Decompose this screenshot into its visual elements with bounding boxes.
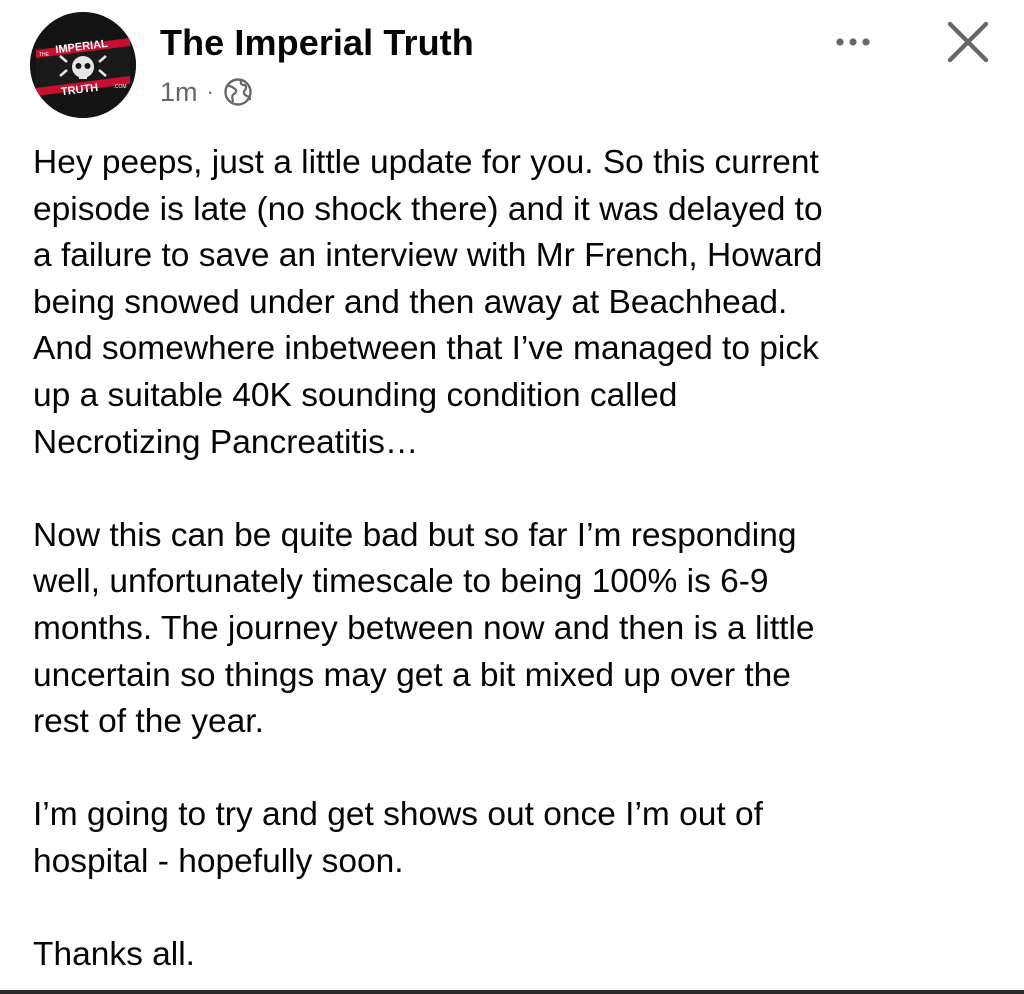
more-options-icon (836, 38, 870, 46)
post-header: IMPERIAL TRUTH THE .COM The Imperial Tru… (0, 0, 1024, 130)
close-icon (947, 21, 989, 63)
close-button[interactable] (940, 14, 996, 70)
post-paragraph: Hey peeps, just a little update for you.… (33, 144, 823, 461)
timestamp[interactable]: 1m (160, 77, 198, 108)
post-meta: 1m · (160, 74, 253, 110)
more-options-button[interactable] (828, 24, 878, 60)
meta-separator: · (206, 79, 214, 104)
post-paragraph: I’m going to try and get shows out once … (33, 796, 763, 880)
divider (0, 990, 1024, 994)
avatar[interactable]: IMPERIAL TRUTH THE .COM (30, 12, 136, 118)
post-card: IMPERIAL TRUTH THE .COM The Imperial Tru… (0, 0, 1024, 994)
logo-text-the: THE (39, 52, 50, 58)
page-name[interactable]: The Imperial Truth (160, 22, 474, 64)
post-paragraph: Thanks all. (33, 936, 195, 974)
imperial-truth-logo: IMPERIAL TRUTH THE .COM (30, 12, 136, 118)
logo-text-com: .COM (113, 84, 126, 90)
post-paragraph: Now this can be quite bad but so far I’m… (33, 516, 815, 741)
post-body: Hey peeps, just a little update for you.… (33, 140, 1008, 979)
globe-icon[interactable] (223, 77, 253, 107)
